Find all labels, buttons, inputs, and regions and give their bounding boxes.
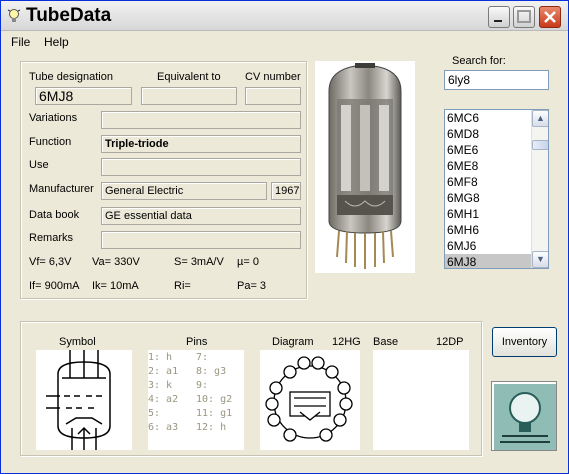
diagram-panel [260, 350, 360, 450]
pin-7: 7: [196, 352, 209, 363]
function-field[interactable]: Triple-triode [101, 135, 301, 153]
pin-9: 9: [196, 380, 209, 391]
triode-symbol-icon [46, 350, 111, 450]
pin-6: 6: a3 [148, 422, 179, 433]
variations-field[interactable] [101, 111, 301, 129]
tube-logo-icon [494, 384, 556, 450]
maximize-icon [517, 10, 531, 23]
tube-photo [315, 61, 415, 273]
symbol-panel [36, 350, 132, 450]
diagram-code: 12HG [332, 336, 361, 348]
list-scrollbar[interactable]: ▲ ▼ [531, 110, 548, 268]
ik-value: Ik= 10mA [92, 280, 139, 292]
manufacturer-label: Manufacturer [29, 183, 94, 195]
tube-designation-field[interactable]: 6MJ8 [35, 87, 132, 105]
base-code: 12DP [436, 336, 464, 348]
pin-12: 12: h [196, 422, 227, 433]
window-title: TubeData [26, 5, 112, 26]
search-label: Search for: [452, 55, 506, 67]
tube-details-group: Tube designation Equivalent to CV number… [20, 61, 307, 299]
equivalent-label: Equivalent to [157, 71, 221, 83]
vf-value: Vf= 6,3V [29, 256, 72, 268]
close-button[interactable] [539, 6, 561, 28]
year-field[interactable]: 1967 [271, 182, 301, 200]
databook-field[interactable]: GE essential data [101, 207, 301, 225]
inventory-button[interactable]: Inventory [492, 327, 557, 357]
base-label: Base [373, 336, 399, 348]
cv-number-label: CV number [245, 71, 301, 83]
ri-value: Ri= [174, 280, 191, 292]
menu-help[interactable]: Help [44, 35, 69, 49]
tube-designation-label: Tube designation [29, 71, 113, 83]
pin-11: 11: g1 [196, 408, 233, 419]
mu-value: µ= 0 [237, 256, 259, 268]
va-value: Va= 330V [92, 256, 140, 268]
menu-bar: File Help [1, 32, 568, 52]
minimize-icon [494, 20, 502, 22]
if-value: If= 900mA [29, 280, 80, 292]
scroll-up-button[interactable]: ▲ [532, 110, 548, 127]
remarks-field[interactable] [101, 231, 301, 249]
use-label: Use [29, 159, 49, 171]
scroll-thumb[interactable] [532, 140, 548, 150]
scroll-down-button[interactable]: ▼ [532, 251, 548, 268]
maximize-button[interactable] [513, 6, 535, 28]
search-input[interactable] [444, 70, 549, 90]
manufacturer-field[interactable]: General Electric [101, 182, 267, 200]
pin-2: 2: a1 [148, 366, 179, 377]
cv-number-field[interactable] [245, 87, 301, 105]
pin-5: 5: [148, 408, 161, 419]
base-diagram-icon [265, 356, 353, 442]
app-window: TubeData File Help Tube designation Equi… [0, 0, 569, 474]
title-bar[interactable]: TubeData [1, 1, 568, 31]
minimize-button[interactable] [488, 6, 510, 28]
variations-label: Variations [29, 112, 78, 124]
pins-label: Pins [186, 336, 208, 348]
pin-8: 8: g3 [196, 366, 227, 377]
pin-1: 1: h [148, 352, 173, 363]
tube-list[interactable]: 6MC6 6MD8 6ME6 6ME8 6MF8 6MG8 6MH1 6MH6 … [444, 109, 549, 269]
tube-graphics-group: Symbol Pins Diagram 12HG Base 12DP 1: h … [20, 321, 482, 456]
base-panel [373, 350, 469, 450]
pa-value: Pa= 3 [237, 280, 267, 292]
databook-label: Data book [29, 209, 80, 221]
remarks-label: Remarks [29, 232, 74, 244]
function-label: Function [29, 136, 72, 148]
pin-10: 10: g2 [196, 394, 233, 405]
diagram-label: Diagram [272, 336, 314, 348]
s-value: S= 3mA/V [174, 256, 224, 268]
use-field[interactable] [101, 158, 301, 176]
pin-3: 3: k [148, 380, 173, 391]
close-icon [544, 11, 556, 23]
symbol-label: Symbol [59, 336, 96, 348]
menu-file[interactable]: File [11, 35, 30, 49]
pin-4: 4: a2 [148, 394, 179, 405]
pins-panel: 1: h 2: a1 3: k 4: a2 5: 6: a3 7: 8: g3 … [148, 350, 244, 450]
logo-image [491, 381, 557, 451]
lightbulb-icon [7, 9, 21, 22]
equivalent-field[interactable] [141, 87, 237, 105]
